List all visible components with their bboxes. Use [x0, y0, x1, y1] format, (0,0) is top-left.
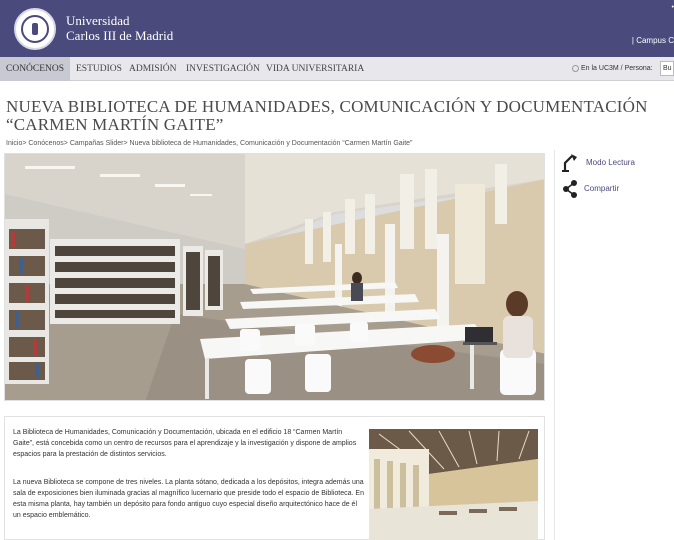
levels-paragraph: La nueva Biblioteca se compone de tres n…: [13, 479, 364, 519]
hero-image: [4, 153, 545, 401]
search-icon: [572, 64, 579, 72]
page-title: NUEVA BIBLIOTECA DE HUMANIDADES, COMUNIC…: [6, 97, 648, 134]
library-thumbnail: [369, 429, 538, 540]
content-box: La Biblioteca de Humanidades, Comunicaci…: [4, 416, 545, 540]
campus-link[interactable]: | Campus C: [632, 36, 674, 45]
intro-paragraph: La Biblioteca de Humanidades, Comunicaci…: [13, 429, 357, 458]
nav-item-vida-universitaria[interactable]: VIDA UNIVERSITARIA: [260, 57, 370, 81]
library-interior-illustration: [5, 154, 544, 400]
university-name-line2: Carlos III de Madrid: [66, 28, 174, 43]
main-nav: CONÓCENOS ESTUDIOS ADMISIÓN INVESTIGACIÓ…: [0, 57, 674, 81]
reading-mode-label: Modo Lectura: [586, 158, 635, 168]
nav-item-conocenos[interactable]: CONÓCENOS: [0, 57, 71, 81]
library-thumbnail-illustration: [369, 429, 538, 540]
reading-mode-button[interactable]: Modo Lectura: [562, 153, 635, 173]
share-label: Compartir: [584, 184, 620, 194]
nav-item-investigacion[interactable]: INVESTIGACIÓN: [180, 57, 266, 81]
search-label: En la UC3M / Persona:: [572, 62, 653, 76]
university-name[interactable]: Universidad Carlos III de Madrid: [66, 13, 173, 43]
breadcrumb[interactable]: Inicio> Conócenos> Campañas Slider> Nuev…: [6, 140, 412, 147]
share-icon: [563, 180, 577, 198]
search-label-text: En la UC3M / Persona:: [581, 65, 653, 72]
share-button[interactable]: Compartir: [562, 180, 619, 198]
university-name-line1: Universidad: [66, 13, 130, 28]
site-header: Universidad Carlos III de Madrid • | Cam…: [0, 0, 674, 57]
search-input[interactable]: Bu: [660, 61, 674, 76]
university-logo-icon[interactable]: [14, 8, 56, 50]
sidebar-divider: [554, 150, 555, 540]
reading-lamp-icon: [562, 154, 577, 172]
nav-item-admision[interactable]: ADMISIÓN: [123, 57, 183, 81]
nav-item-estudios[interactable]: ESTUDIOS: [70, 57, 128, 81]
